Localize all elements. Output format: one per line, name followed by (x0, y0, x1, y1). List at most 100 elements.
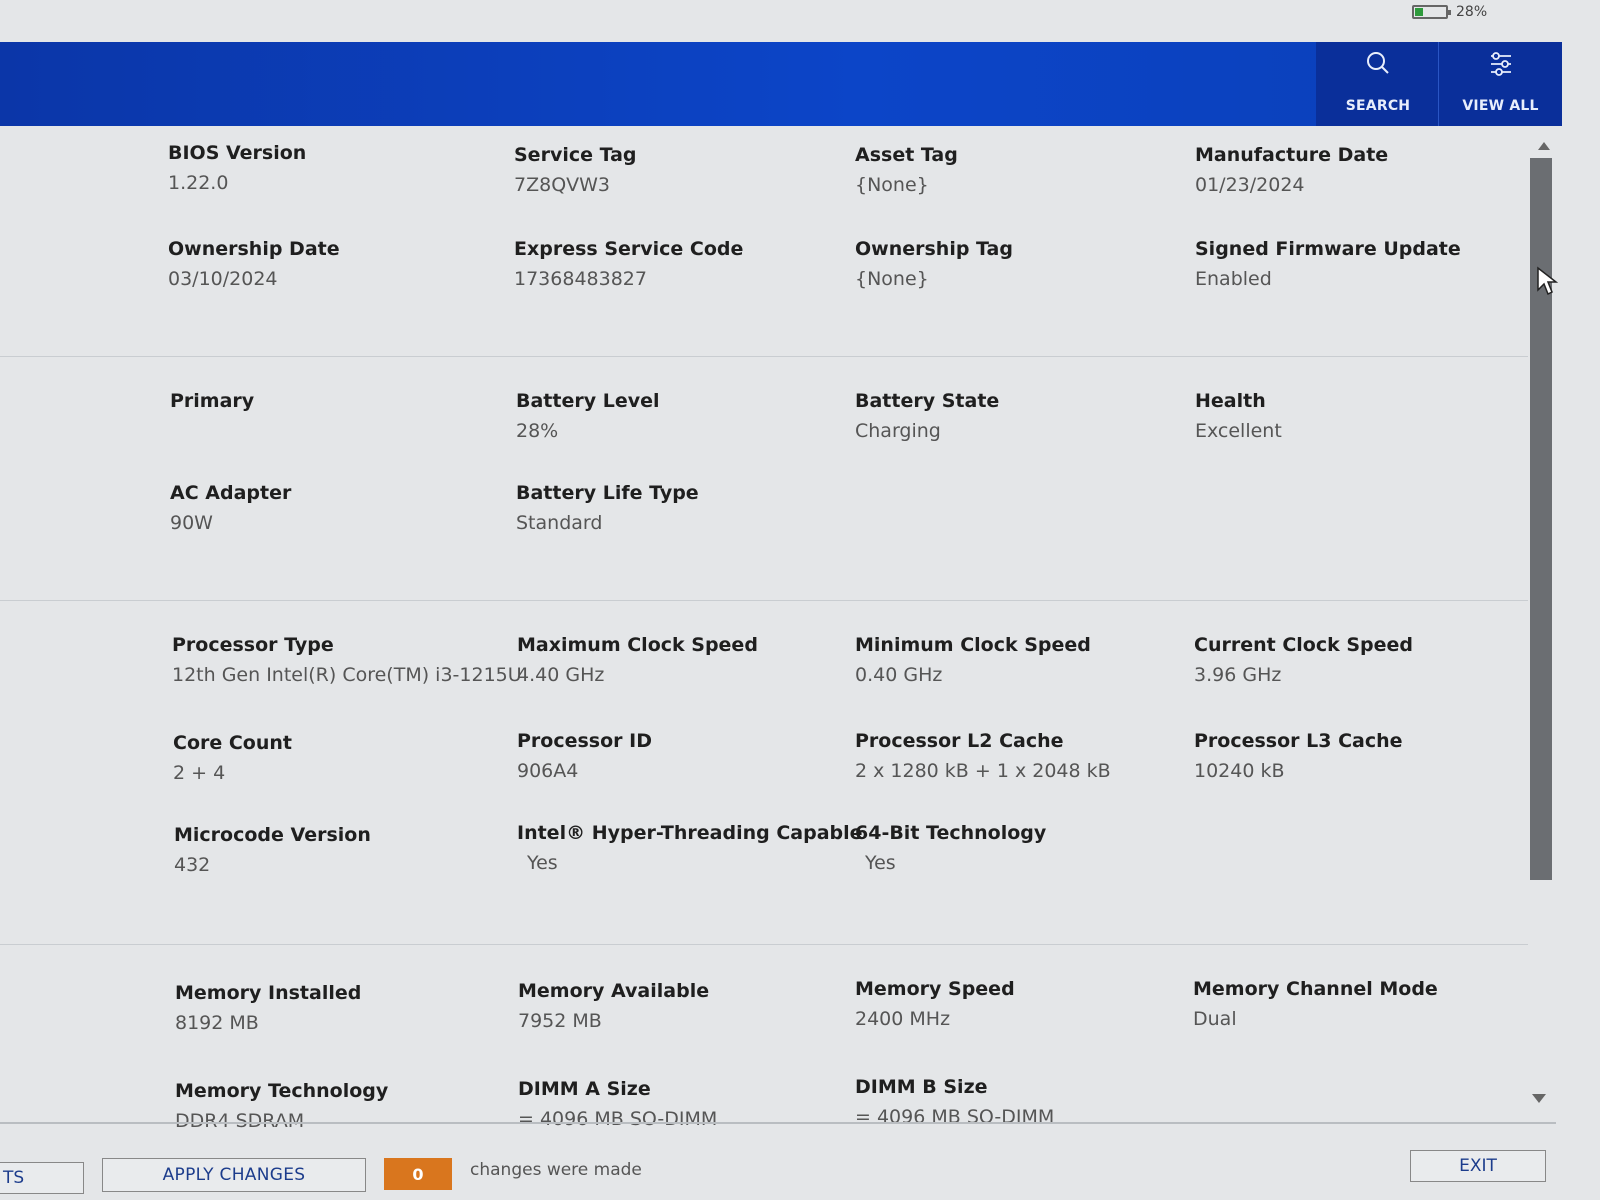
field-label: Memory Installed (175, 982, 362, 1004)
field-value: Standard (516, 512, 603, 534)
field-label: Processor L3 Cache (1194, 730, 1403, 752)
field-label: Primary (170, 390, 255, 412)
field-signed-firmware-update: Signed Firmware Update Enabled (1195, 238, 1461, 290)
main-content: BIOS Version 1.22.0 Service Tag 7Z8QVW3 … (0, 126, 1530, 1132)
field-max-clock-speed: Maximum Clock Speed 4.40 GHz (517, 634, 758, 686)
field-value: 03/10/2024 (168, 268, 278, 290)
field-memory-technology: Memory Technology DDR4 SDRAM (175, 1080, 388, 1132)
field-value: 2 x 1280 kB + 1 x 2048 kB (855, 760, 1111, 782)
field-value: 1.22.0 (168, 172, 229, 194)
section-divider (0, 944, 1528, 945)
field-primary: Primary (170, 390, 254, 420)
field-label: Asset Tag (855, 144, 958, 166)
field-current-clock-speed: Current Clock Speed 3.96 GHz (1194, 634, 1413, 686)
field-memory-available: Memory Available 7952 MB (518, 980, 709, 1032)
header-bar: SEARCH VIEW ALL (0, 42, 1562, 126)
field-label: Intel® Hyper-Threading Capable (517, 822, 863, 844)
settings-sliders-icon (1490, 52, 1511, 76)
field-label: Memory Technology (175, 1080, 389, 1102)
field-memory-installed: Memory Installed 8192 MB (175, 982, 361, 1034)
field-processor-id: Processor ID 906A4 (517, 730, 652, 782)
search-icon (1367, 52, 1389, 74)
field-processor-type: Processor Type 12th Gen Intel(R) Core(TM… (172, 634, 522, 686)
field-label: Microcode Version (174, 824, 371, 846)
field-ac-adapter: AC Adapter 90W (170, 482, 291, 534)
field-value: 12th Gen Intel(R) Core(TM) i3-1215U (172, 664, 522, 686)
battery-icon (1412, 5, 1451, 19)
field-value: 8192 MB (175, 1012, 259, 1034)
field-value: Enabled (1195, 268, 1272, 290)
field-label: DIMM B Size (855, 1076, 988, 1098)
field-value: 0.40 GHz (855, 664, 943, 686)
field-label: Ownership Tag (855, 238, 1013, 260)
field-value: {None} (855, 174, 929, 196)
field-microcode-version: Microcode Version 432 (174, 824, 371, 876)
field-value: Charging (855, 420, 941, 442)
field-value: 3.96 GHz (1194, 664, 1282, 686)
field-value: 432 (174, 854, 211, 876)
field-l2-cache: Processor L2 Cache 2 x 1280 kB + 1 x 204… (855, 730, 1111, 782)
scroll-down-arrow-icon[interactable] (1532, 1094, 1546, 1103)
field-core-count: Core Count 2 + 4 (173, 732, 292, 784)
section-divider (0, 600, 1528, 601)
field-value: Excellent (1195, 420, 1282, 442)
field-battery-life-type: Battery Life Type Standard (516, 482, 699, 534)
field-label: Service Tag (514, 144, 637, 166)
field-bios-version: BIOS Version 1.22.0 (168, 142, 306, 194)
field-label: Maximum Clock Speed (517, 634, 758, 656)
field-memory-channel-mode: Memory Channel Mode Dual (1193, 978, 1438, 1030)
battery-indicator: 28% (1412, 4, 1487, 20)
footer-divider (0, 1122, 1556, 1124)
field-min-clock-speed: Minimum Clock Speed 0.40 GHz (855, 634, 1091, 686)
field-label: BIOS Version (168, 142, 307, 164)
field-value: Yes (865, 852, 896, 874)
field-value: = 4096 MB SO-DIMM (855, 1106, 1055, 1128)
field-64bit-technology: 64-Bit Technology Yes (855, 822, 1046, 874)
field-value: 10240 kB (1194, 760, 1285, 782)
field-value: 7952 MB (518, 1010, 602, 1032)
field-value: Dual (1193, 1008, 1237, 1030)
battery-percent: 28% (1456, 4, 1488, 20)
field-value: = 4096 MB SO-DIMM (518, 1108, 718, 1130)
field-value: 90W (170, 512, 213, 534)
field-dimm-b-size: DIMM B Size = 4096 MB SO-DIMM (855, 1076, 1054, 1128)
view-all-button[interactable]: VIEW ALL (1438, 42, 1562, 126)
search-label: SEARCH (1345, 98, 1411, 114)
apply-changes-button[interactable]: APPLY CHANGES (102, 1158, 366, 1192)
field-value: 906A4 (517, 760, 579, 782)
search-button[interactable]: SEARCH (1316, 42, 1440, 126)
field-hyper-threading: Intel® Hyper-Threading Capable Yes (517, 822, 863, 874)
field-label: Minimum Clock Speed (855, 634, 1091, 656)
field-label: Ownership Date (168, 238, 340, 260)
field-label: Core Count (173, 732, 293, 754)
field-battery-state: Battery State Charging (855, 390, 999, 442)
scroll-up-arrow-icon[interactable] (1538, 142, 1550, 150)
field-label: Memory Speed (855, 978, 1015, 1000)
field-label: Processor ID (517, 730, 652, 752)
field-value: 28% (516, 420, 559, 442)
field-label: Memory Available (518, 980, 710, 1002)
exit-button[interactable]: EXIT (1410, 1150, 1546, 1182)
field-asset-tag: Asset Tag {None} (855, 144, 958, 196)
field-label: Processor Type (172, 634, 334, 656)
view-all-label: VIEW ALL (1462, 98, 1539, 114)
field-label: Battery Level (516, 390, 660, 412)
field-l3-cache: Processor L3 Cache 10240 kB (1194, 730, 1403, 782)
field-label: Battery State (855, 390, 1000, 412)
field-label: Battery Life Type (516, 482, 699, 504)
field-battery-level: Battery Level 28% (516, 390, 660, 442)
restore-defaults-button[interactable]: TS (0, 1162, 84, 1194)
field-label: Memory Channel Mode (1193, 978, 1438, 1000)
field-memory-speed: Memory Speed 2400 MHz (855, 978, 1015, 1030)
field-ownership-date: Ownership Date 03/10/2024 (168, 238, 340, 290)
field-manufacture-date: Manufacture Date 01/23/2024 (1195, 144, 1388, 196)
field-label: Express Service Code (514, 238, 744, 260)
section-divider (0, 356, 1528, 357)
field-value: Yes (527, 852, 558, 874)
field-health: Health Excellent (1195, 390, 1282, 442)
changes-count-badge: 0 (384, 1158, 452, 1190)
field-value: {None} (855, 268, 929, 290)
field-value: 2400 MHz (855, 1008, 951, 1030)
field-value: 01/23/2024 (1195, 174, 1305, 196)
field-service-tag: Service Tag 7Z8QVW3 (514, 144, 637, 196)
